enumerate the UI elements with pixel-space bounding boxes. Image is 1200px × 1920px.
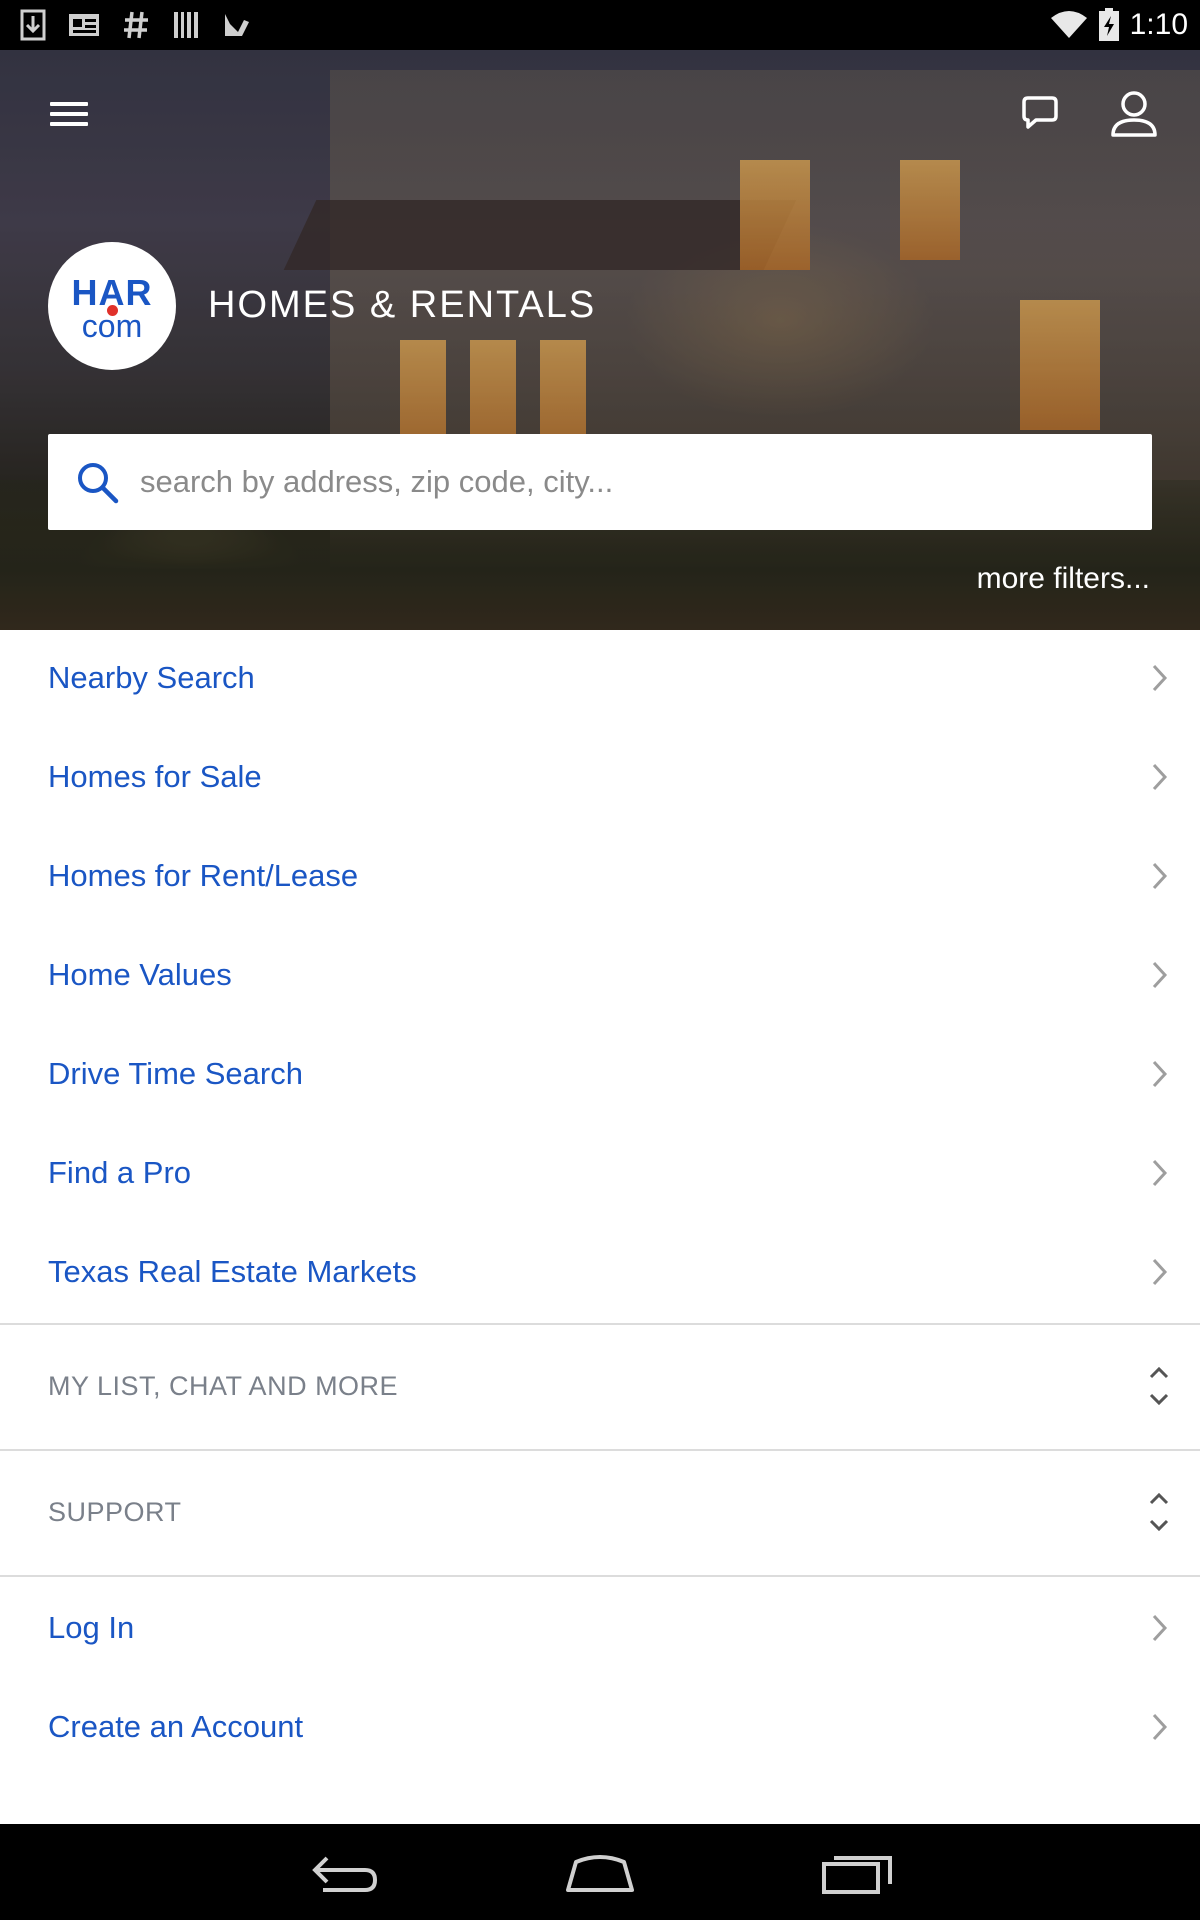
more-filters-link[interactable]: more filters...: [977, 562, 1150, 596]
battery-charging-icon: [1098, 8, 1119, 41]
menu-item-label: Create an Account: [48, 1709, 304, 1744]
menu-item-label: Texas Real Estate Markets: [48, 1254, 417, 1289]
hamburger-menu-button[interactable]: [46, 96, 96, 136]
user-account-icon[interactable]: [1108, 88, 1160, 140]
recent-apps-icon[interactable]: [818, 1846, 898, 1898]
divider: [0, 1575, 1200, 1577]
search-bar[interactable]: [48, 434, 1152, 530]
system-status: 1:10: [1050, 6, 1188, 44]
menu-item-texas-markets[interactable]: Texas Real Estate Markets: [0, 1224, 1200, 1323]
menu-item-homes-for-sale[interactable]: Homes for Sale: [0, 729, 1200, 828]
logo-text-com: com: [81, 308, 143, 344]
chevron-right-icon: [1152, 1258, 1168, 1286]
menu-item-label: Drive Time Search: [48, 1056, 303, 1091]
menu-item-drive-time-search[interactable]: Drive Time Search: [0, 1026, 1200, 1125]
har-logo: HAR com: [48, 242, 176, 370]
hero-banner: HAR com HOMES & RENTALS more filters...: [0, 50, 1200, 630]
download-icon: [20, 9, 46, 41]
wifi-icon: [1050, 11, 1087, 38]
system-navigation-bar: [0, 1824, 1200, 1920]
search-icon: [78, 463, 119, 504]
chevron-right-icon: [1152, 763, 1168, 791]
menu-item-homes-for-rent[interactable]: Homes for Rent/Lease: [0, 828, 1200, 927]
home-icon[interactable]: [560, 1846, 640, 1898]
menu-list: Nearby Search Homes for Sale Homes for R…: [0, 630, 1200, 1323]
news-icon: [69, 14, 99, 36]
notification-icons: [20, 8, 252, 42]
status-bar: 1:10: [0, 0, 1200, 50]
chat-icon[interactable]: [1018, 92, 1062, 136]
clock: 1:10: [1129, 8, 1188, 41]
section-label: SUPPORT: [48, 1497, 182, 1527]
menu-item-label: Homes for Rent/Lease: [48, 858, 359, 893]
expand-collapse-icon: [1149, 1366, 1169, 1406]
menu-item-find-a-pro[interactable]: Find a Pro: [0, 1125, 1200, 1224]
section-support[interactable]: SUPPORT: [0, 1449, 1200, 1575]
chevron-right-icon: [1152, 1060, 1168, 1088]
chevron-right-icon: [1152, 1159, 1168, 1187]
menu-item-label: Log In: [48, 1610, 135, 1645]
menu-item-log-in[interactable]: Log In: [0, 1580, 1200, 1679]
menu-item-label: Home Values: [48, 957, 232, 992]
expand-collapse-icon: [1149, 1492, 1169, 1532]
chevron-right-icon: [1152, 961, 1168, 989]
menu-item-home-values[interactable]: Home Values: [0, 927, 1200, 1026]
chevron-right-icon: [1152, 862, 1168, 890]
menu-item-nearby-search[interactable]: Nearby Search: [0, 630, 1200, 729]
menu-item-label: Nearby Search: [48, 660, 255, 695]
section-my-list-chat[interactable]: MY LIST, CHAT AND MORE: [0, 1323, 1200, 1449]
chevron-right-icon: [1152, 664, 1168, 692]
section-label: MY LIST, CHAT AND MORE: [48, 1371, 399, 1401]
back-icon[interactable]: [303, 1846, 383, 1898]
account-list: Log In Create an Account: [0, 1580, 1200, 1778]
barcode-icon: [174, 12, 198, 38]
hash-icon: [124, 11, 148, 39]
menu-item-label: Homes for Sale: [48, 759, 262, 794]
chevron-right-icon: [1152, 1713, 1168, 1741]
chevron-right-icon: [1152, 1614, 1168, 1642]
search-input[interactable]: [140, 464, 1120, 500]
play-store-icon: [225, 14, 249, 36]
page-title: HOMES & RENTALS: [208, 284, 597, 326]
menu-item-create-account[interactable]: Create an Account: [0, 1679, 1200, 1778]
menu-item-label: Find a Pro: [48, 1155, 192, 1190]
